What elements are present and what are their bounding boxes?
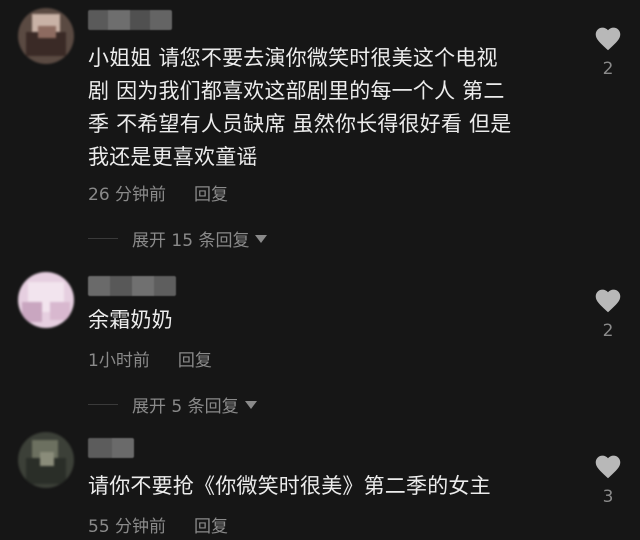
username-redacted[interactable] [88, 276, 176, 296]
comment-meta: 1小时前 回复 [88, 346, 212, 371]
avatar[interactable] [18, 432, 74, 488]
expand-replies-button[interactable]: 展开 15 条回复 [88, 226, 268, 251]
comment-text-line: 小姐姐 请您不要去演你微笑时很美这个电视 [88, 46, 498, 70]
comment-text-line: 请你不要抢《你微笑时很美》第二季的女主 [88, 474, 491, 498]
avatar[interactable] [18, 8, 74, 64]
reply-button[interactable]: 回复 [194, 517, 228, 537]
reply-button[interactable]: 回复 [178, 351, 212, 371]
like-button[interactable]: 3 [590, 452, 626, 507]
comment-meta: 55 分钟前 回复 [88, 512, 228, 537]
comment-list: 小姐姐 请您不要去演你微笑时很美这个电视 剧 因为我们都喜欢这部剧里的每一个人 … [0, 0, 640, 540]
comment-time: 1小时前 [88, 351, 150, 371]
username-redacted[interactable] [88, 10, 172, 30]
expand-replies-label: 展开 15 条回复 [132, 231, 250, 251]
comment-text-line: 剧 因为我们都喜欢这部剧里的每一个人 第二 [88, 79, 505, 103]
comment-text: 小姐姐 请您不要去演你微笑时很美这个电视 剧 因为我们都喜欢这部剧里的每一个人 … [88, 42, 511, 174]
comment-time: 55 分钟前 [88, 517, 167, 537]
heart-icon [595, 289, 621, 313]
like-button[interactable]: 2 [590, 24, 626, 79]
triangle-down-icon [244, 400, 257, 409]
expand-replies-button[interactable]: 展开 5 条回复 [88, 392, 257, 417]
like-count: 3 [602, 487, 614, 507]
comment-text: 请你不要抢《你微笑时很美》第二季的女主 [88, 470, 491, 503]
reply-button[interactable]: 回复 [194, 185, 228, 205]
expand-replies-label: 展开 5 条回复 [132, 397, 239, 417]
divider-line [88, 404, 118, 405]
comment-text: 余霜奶奶 [88, 304, 173, 337]
like-count: 2 [602, 321, 614, 341]
like-button[interactable]: 2 [590, 286, 626, 341]
triangle-down-icon [255, 234, 268, 243]
comment-time: 26 分钟前 [88, 185, 167, 205]
divider-line [88, 238, 118, 239]
comment-text-line: 季 不希望有人员缺席 虽然你长得很好看 但是 [88, 112, 512, 136]
comment-text-line: 我还是更喜欢童谣 [88, 145, 258, 169]
heart-icon [595, 27, 621, 51]
comment-meta: 26 分钟前 回复 [88, 180, 228, 205]
comment-text-line: 余霜奶奶 [88, 308, 173, 332]
heart-icon [595, 455, 621, 479]
like-count: 2 [602, 59, 614, 79]
avatar[interactable] [18, 272, 74, 328]
username-redacted[interactable] [88, 438, 134, 458]
